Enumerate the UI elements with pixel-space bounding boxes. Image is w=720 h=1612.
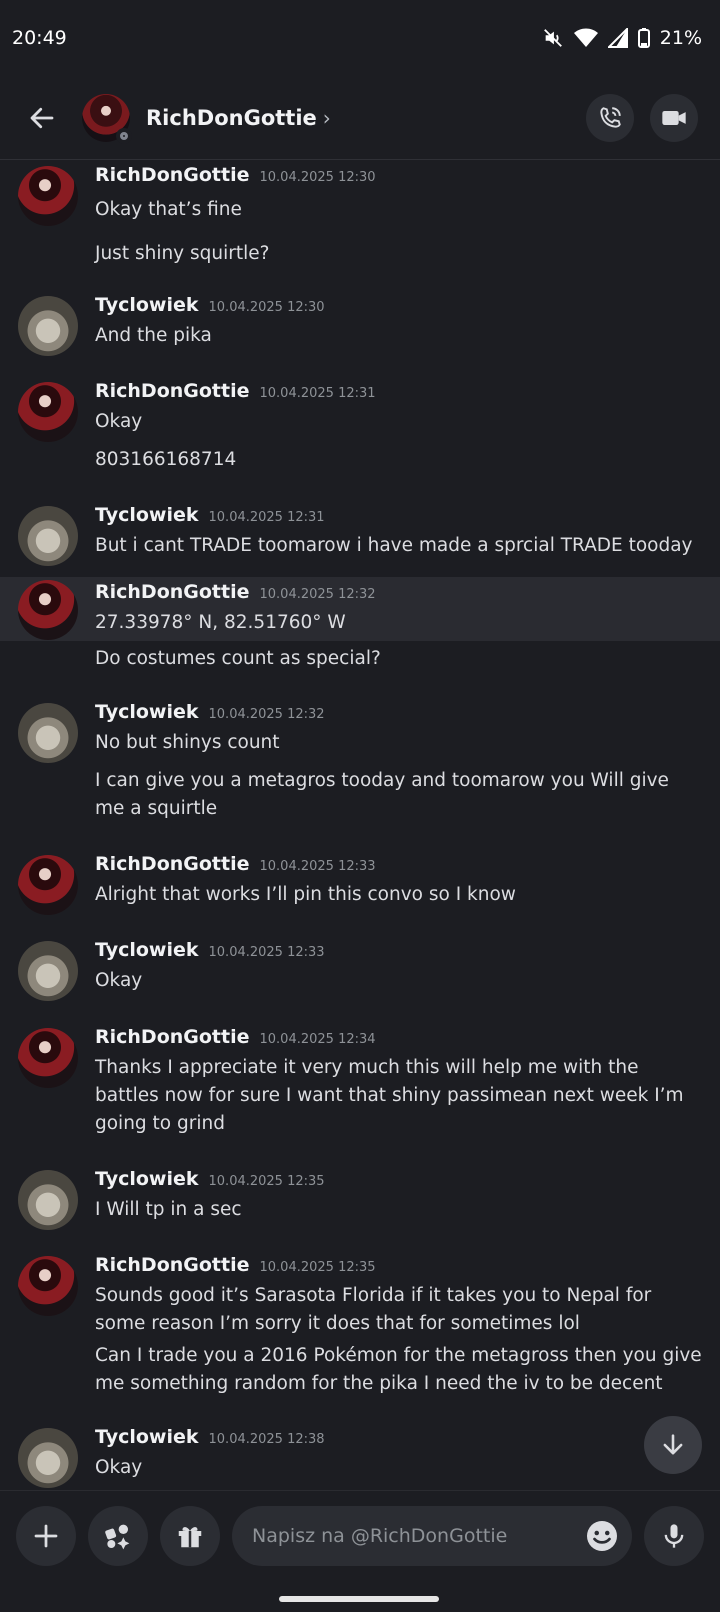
message-author[interactable]: RichDonGottie [95, 581, 250, 603]
voice-call-button[interactable] [586, 93, 634, 142]
message-text[interactable]: No but shinys count [95, 729, 704, 757]
message-author[interactable]: Tyclowiek [95, 294, 199, 316]
message-timestamp: 10.04.2025 12:30 [259, 170, 376, 185]
message-input-wrapper [232, 1505, 632, 1566]
message-group: Tyclowiek 10.04.2025 12:35 I Will tp in a… [0, 1164, 720, 1230]
status-icons: 21% [542, 27, 702, 49]
phone-call-icon [600, 106, 621, 128]
message-text[interactable]: Sounds good it’s Sarasota Florida if it … [95, 1282, 704, 1338]
contact-name[interactable]: RichDonGottie [146, 106, 317, 130]
user-avatar[interactable] [18, 855, 78, 915]
user-avatar[interactable] [18, 296, 78, 356]
message-text[interactable]: Alright that works I’ll pin this convo s… [95, 881, 704, 909]
message-timestamp: 10.04.2025 12:30 [208, 300, 325, 315]
message-text[interactable]: But i cant TRADE toomarow i have made a … [95, 532, 704, 560]
message-text[interactable]: Can I trade you a 2016 Pokémon for the m… [95, 1342, 704, 1398]
message-author[interactable]: Tyclowiek [95, 1168, 199, 1190]
message-group: Tyclowiek 10.04.2025 12:30 And the pika [0, 290, 720, 356]
message-text[interactable]: 803166168714 [95, 446, 704, 474]
jump-to-latest-button[interactable] [644, 1416, 702, 1474]
message-author[interactable]: RichDonGottie [95, 1254, 250, 1276]
message-author[interactable]: RichDonGottie [95, 380, 250, 402]
arrow-left-icon [30, 107, 54, 128]
message-timestamp: 10.04.2025 12:33 [208, 945, 325, 960]
wifi-icon [573, 28, 598, 48]
user-avatar[interactable] [18, 580, 78, 640]
chevron-right-icon[interactable]: › [323, 106, 331, 130]
home-indicator[interactable] [279, 1596, 439, 1602]
message-text[interactable]: 27.33978° N, 82.51760° W [95, 609, 704, 637]
status-time: 20:49 [12, 27, 67, 49]
message-group: RichDonGottie 10.04.2025 12:34 Thanks I a… [0, 1022, 720, 1138]
message-group: RichDonGottie 10.04.2025 12:30 [0, 160, 720, 226]
message-text[interactable]: Okay [95, 408, 704, 436]
gift-icon [178, 1526, 202, 1547]
apps-button[interactable] [88, 1505, 148, 1566]
message-group: RichDonGottie 10.04.2025 12:31 Okay 80316… [0, 376, 720, 474]
message-author[interactable]: RichDonGottie [95, 853, 250, 875]
message-group: Tyclowiek 10.04.2025 12:38 Okay [0, 1422, 720, 1488]
user-avatar[interactable] [18, 703, 78, 763]
battery-icon [637, 28, 650, 48]
message-input[interactable] [250, 1523, 584, 1548]
message-composer [0, 1490, 720, 1580]
user-avatar[interactable] [18, 1428, 78, 1488]
message-author[interactable]: Tyclowiek [95, 701, 199, 723]
message-author[interactable]: RichDonGottie [95, 164, 250, 186]
message-list[interactable]: RichDonGottie 10.04.2025 12:30 Okay that’… [0, 160, 720, 1490]
message-group: RichDonGottie 10.04.2025 12:35 Sounds goo… [0, 1250, 720, 1398]
message-group: RichDonGottie 10.04.2025 12:33 Alright th… [0, 849, 720, 915]
message-group-highlighted: RichDonGottie 10.04.2025 12:32 27.33978° … [0, 577, 720, 641]
message-timestamp: 10.04.2025 12:35 [208, 1174, 325, 1189]
user-avatar[interactable] [18, 1028, 78, 1088]
user-avatar[interactable] [18, 382, 78, 442]
message-timestamp: 10.04.2025 12:31 [208, 510, 325, 525]
message-author[interactable]: Tyclowiek [95, 1426, 199, 1448]
plus-icon [34, 1524, 58, 1547]
status-bar: 20:49 21% [0, 0, 720, 76]
message-text[interactable]: I can give you a metagros tooday and too… [95, 767, 704, 823]
message-text[interactable]: Just shiny squirtle? [95, 234, 704, 268]
voice-message-button[interactable] [644, 1505, 704, 1566]
message-timestamp: 10.04.2025 12:32 [259, 587, 376, 602]
message-timestamp: 10.04.2025 12:35 [259, 1260, 376, 1275]
message-timestamp: 10.04.2025 12:33 [259, 859, 376, 874]
emoji-icon[interactable] [584, 1518, 620, 1554]
message-timestamp: 10.04.2025 12:38 [208, 1432, 325, 1447]
chat-header: RichDonGottie › [0, 76, 720, 160]
message-text[interactable]: Okay [95, 1454, 704, 1482]
mute-icon [542, 27, 564, 49]
offline-status-icon [116, 127, 132, 144]
message-timestamp: 10.04.2025 12:34 [259, 1032, 376, 1047]
microphone-icon [664, 1523, 684, 1548]
back-button[interactable] [20, 96, 64, 140]
user-avatar[interactable] [18, 1256, 78, 1316]
gift-button[interactable] [160, 1505, 220, 1566]
message-group: Tyclowiek 10.04.2025 12:32 No but shinys … [0, 697, 720, 823]
message-timestamp: 10.04.2025 12:31 [259, 386, 376, 401]
user-avatar[interactable] [18, 506, 78, 566]
video-call-button[interactable] [650, 93, 698, 142]
contact-avatar[interactable] [82, 93, 132, 144]
signal-icon [607, 28, 628, 48]
add-attachment-button[interactable] [16, 1505, 76, 1566]
user-avatar[interactable] [18, 941, 78, 1001]
message-text[interactable]: Thanks I appreciate it very much this wi… [95, 1054, 704, 1138]
apps-icon [105, 1524, 130, 1549]
message-author[interactable]: RichDonGottie [95, 1026, 250, 1048]
message-author[interactable]: Tyclowiek [95, 939, 199, 961]
message-text[interactable]: I Will tp in a sec [95, 1196, 704, 1224]
message-group: Tyclowiek 10.04.2025 12:31 But i cant TRA… [0, 500, 720, 566]
user-avatar[interactable] [18, 1170, 78, 1230]
arrow-down-icon [663, 1434, 683, 1455]
message-author[interactable]: Tyclowiek [95, 504, 199, 526]
battery-percent: 21% [659, 27, 702, 49]
message-text[interactable]: Okay [95, 967, 704, 995]
message-text[interactable]: And the pika [95, 322, 704, 350]
message-text[interactable]: Okay that’s fine [95, 196, 704, 224]
video-camera-icon [662, 110, 686, 125]
message-group: Tyclowiek 10.04.2025 12:33 Okay [0, 935, 720, 1001]
message-timestamp: 10.04.2025 12:32 [208, 707, 325, 722]
message-text[interactable]: Do costumes count as special? [95, 645, 704, 673]
